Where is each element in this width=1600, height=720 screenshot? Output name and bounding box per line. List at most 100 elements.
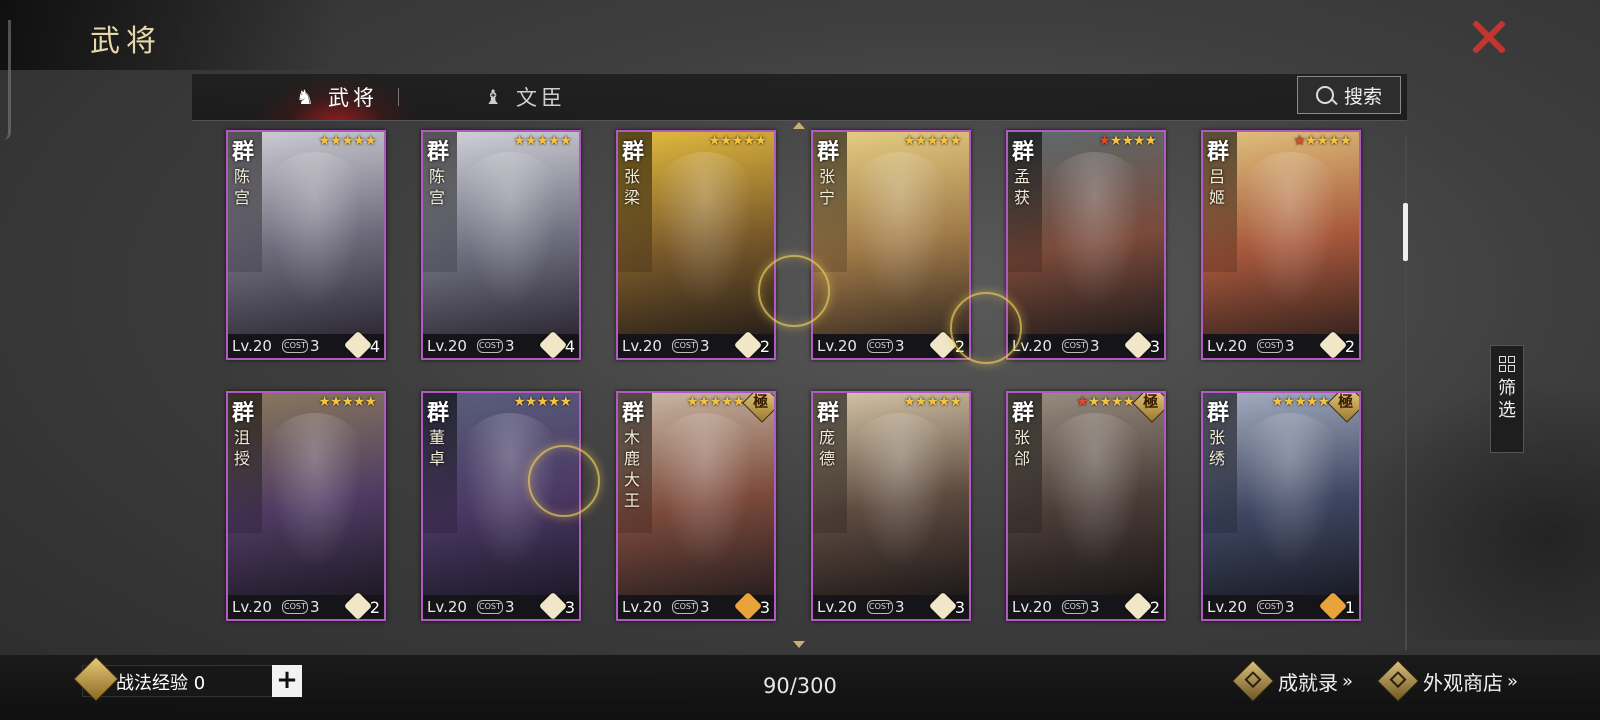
cost-icon: COST (1061, 600, 1088, 614)
troop-type-count: 1 (1344, 598, 1355, 617)
cost-icon: COST (281, 600, 308, 614)
star-rating: ★★★★★ (513, 133, 572, 149)
achievements-label: 成就录 (1278, 670, 1338, 695)
troop-type-count: 3 (954, 598, 965, 617)
cost-icon: COST (866, 600, 893, 614)
cost-value: 3 (1089, 598, 1100, 616)
general-card[interactable]: 群张绣 ★★★★★ 極 Lv.20 COST 3 1 (1201, 391, 1361, 621)
faction-label: 群 (1012, 400, 1035, 426)
general-name: 木鹿大王 (624, 428, 641, 510)
star-rating: ★★★★★ (1271, 394, 1330, 410)
faction-label: 群 (817, 139, 840, 165)
scrollbar-thumb[interactable] (1403, 203, 1408, 261)
filter-button[interactable]: 筛选 (1490, 345, 1524, 453)
tab-generals-label: 武将 (327, 86, 378, 110)
gold-stars: ★★★★★ (318, 133, 377, 149)
level-label: Lv.20 (817, 598, 857, 616)
achievements-button[interactable]: 成就录 » (1231, 659, 1354, 703)
general-name: 陈宫 (234, 167, 251, 207)
appearance-shop-button[interactable]: 外观商店 » (1376, 659, 1518, 703)
general-card[interactable]: 群陈宫 ★★★★★ Lv.20 COST 3 4 (226, 130, 386, 360)
faction-label: 群 (817, 400, 840, 426)
gold-stars: ★★★★★ (903, 394, 962, 410)
general-card[interactable]: 群庞德 ★★★★★ Lv.20 COST 3 3 (811, 391, 971, 621)
awakened-star: ★ (1098, 133, 1111, 149)
general-card[interactable]: 群张宁 ★★★★★ Lv.20 COST 3 2 (811, 130, 971, 360)
cost-value: 3 (309, 598, 320, 616)
star-rating: ★★★★★ (686, 394, 745, 410)
tab-generals[interactable]: ♞ 武将 (252, 74, 422, 120)
extreme-badge-label: 極 (753, 392, 769, 411)
cost-icon: COST (1256, 600, 1283, 614)
tactics-exp-text: 战法经验 (116, 673, 188, 694)
general-name: 张梁 (624, 167, 641, 207)
star-rating: ★★★★★ (318, 133, 377, 149)
chevron-right-icon: » (1342, 670, 1354, 692)
portrait-figure (455, 152, 565, 327)
general-name: 陈宫 (429, 167, 446, 207)
faction-label: 群 (1207, 139, 1230, 165)
star-rating: ★★★★★ (1076, 394, 1135, 410)
troop-type-count: 2 (1344, 337, 1355, 356)
faction-label: 群 (622, 400, 645, 426)
achievement-icon (1231, 659, 1275, 703)
portrait-figure (650, 413, 760, 588)
close-button[interactable] (1470, 18, 1508, 56)
level-label: Lv.20 (232, 598, 272, 616)
cost-icon: COST (281, 339, 308, 353)
portrait-figure (260, 152, 370, 327)
cost-icon: COST (476, 339, 503, 353)
cost-icon: COST (476, 600, 503, 614)
cost-value: 3 (1284, 598, 1295, 616)
general-card[interactable]: 群张梁 ★★★★★ Lv.20 COST 3 2 (616, 130, 776, 360)
portrait-figure (650, 152, 760, 327)
troop-type-count: 4 (564, 337, 575, 356)
ink-arc-decoration (0, 20, 11, 140)
tab-ministers[interactable]: ♝ 文臣 (450, 74, 600, 120)
portrait-figure (1235, 413, 1345, 588)
gold-stars: ★★★★ (1109, 133, 1157, 149)
star-rating: ★★★★★ (513, 394, 572, 410)
search-icon (1315, 86, 1334, 104)
level-label: Lv.20 (1207, 337, 1247, 355)
general-card[interactable]: 群董卓 ★★★★★ Lv.20 COST 3 3 (421, 391, 581, 621)
extreme-badge-label: 極 (1338, 392, 1354, 411)
tactics-exp-value: 0 (193, 673, 206, 694)
level-label: Lv.20 (817, 337, 857, 355)
faction-label: 群 (1207, 400, 1230, 426)
level-label: Lv.20 (622, 337, 662, 355)
star-rating: ★★★★★ (903, 394, 962, 410)
general-card[interactable]: 群吕姬 ★★★★★ Lv.20 COST 3 2 (1201, 130, 1361, 360)
general-name: 吕姬 (1209, 167, 1226, 207)
general-card[interactable]: 群张郃 ★★★★★ 極 Lv.20 COST 3 2 (1006, 391, 1166, 621)
minister-icon: ♝ (484, 85, 506, 109)
general-name: 张宁 (819, 167, 836, 207)
appearance-shop-label: 外观商店 (1423, 670, 1503, 695)
extreme-badge-label: 極 (1143, 392, 1159, 411)
troop-type-count: 2 (1149, 598, 1160, 617)
level-label: Lv.20 (427, 598, 467, 616)
gold-stars: ★★★★★ (513, 394, 572, 410)
general-card[interactable]: 群孟获 ★★★★★ Lv.20 COST 3 3 (1006, 130, 1166, 360)
general-card-grid: 群陈宫 ★★★★★ Lv.20 COST 3 4 群陈宫 ★★★★★ Lv.20 COST 3 4 群张… (226, 130, 1366, 650)
general-card[interactable]: 群陈宫 ★★★★★ Lv.20 COST 3 4 (421, 130, 581, 360)
level-label: Lv.20 (622, 598, 662, 616)
general-card[interactable]: 群沮授 ★★★★★ Lv.20 COST 3 2 (226, 391, 386, 621)
troop-type-count: 2 (369, 598, 380, 617)
mountain-decoration (1340, 380, 1600, 640)
general-count: 90/300 (763, 674, 837, 698)
star-rating: ★★★★★ (318, 394, 377, 410)
portrait-figure (845, 152, 955, 327)
cost-value: 3 (1089, 337, 1100, 355)
add-tactics-exp-button[interactable]: + (272, 665, 302, 697)
grid-filter-icon (1499, 356, 1515, 372)
level-label: Lv.20 (1012, 598, 1052, 616)
gold-stars: ★★★★★ (686, 394, 745, 410)
general-card[interactable]: 群木鹿大王 ★★★★★ 極 Lv.20 COST 3 3 (616, 391, 776, 621)
tactics-exp-label: 战法经验 0 (116, 669, 205, 695)
awakened-star: ★ (1293, 133, 1306, 149)
cost-value: 3 (894, 598, 905, 616)
search-button[interactable]: 搜索 (1297, 76, 1401, 114)
scroll-up-arrow-icon[interactable] (793, 122, 805, 129)
cost-value: 3 (699, 598, 710, 616)
